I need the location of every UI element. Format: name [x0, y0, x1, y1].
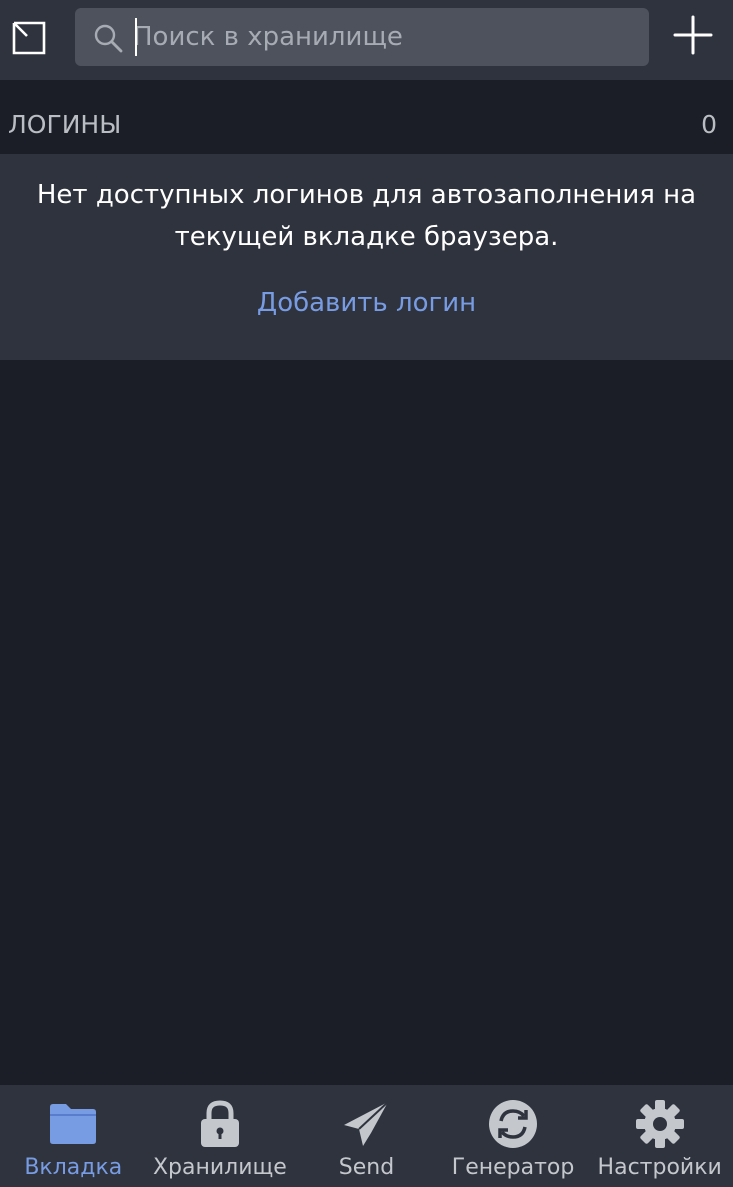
text-caret	[135, 18, 137, 56]
popout-icon	[12, 21, 46, 55]
search-box[interactable]	[75, 8, 649, 66]
gear-icon	[635, 1100, 684, 1148]
add-login-link[interactable]: Добавить логин	[0, 288, 733, 318]
refresh-icon	[489, 1100, 538, 1148]
send-icon	[344, 1101, 390, 1146]
tab-label: Хранилище	[152, 1155, 287, 1180]
tab-label: Настройки	[597, 1155, 722, 1180]
tab-settings[interactable]: Настройки	[586, 1085, 733, 1187]
tab-current-tab[interactable]: Вкладка	[0, 1085, 147, 1187]
logins-section-header: ЛОГИНЫ 0	[0, 94, 733, 154]
tab-label: Вкладка	[24, 1155, 123, 1180]
search-input[interactable]	[133, 8, 633, 66]
tab-generator[interactable]: Генератор	[440, 1085, 587, 1187]
popout-button[interactable]	[8, 17, 50, 59]
empty-message-line-1: Нет доступных логинов для автозаполнения…	[36, 180, 697, 210]
lock-icon	[200, 1100, 239, 1147]
section-title: ЛОГИНЫ	[8, 110, 122, 139]
tab-label: Генератор	[451, 1155, 575, 1180]
empty-state-card: Нет доступных логинов для автозаполнения…	[0, 154, 733, 360]
empty-message-line-2: текущей вкладке браузера.	[174, 222, 559, 252]
add-item-button[interactable]	[670, 12, 716, 58]
search-icon	[94, 24, 123, 53]
tab-label: Send	[338, 1155, 395, 1180]
folder-icon	[50, 1104, 97, 1144]
top-bar	[0, 0, 733, 80]
tab-send[interactable]: Send	[293, 1085, 440, 1187]
empty-state-message: Нет доступных логинов для автозаполнения…	[30, 174, 703, 258]
bottom-tab-bar: Вкладка Хранилище Send Генератор Настрой…	[0, 1085, 733, 1187]
tab-vault[interactable]: Хранилище	[147, 1085, 294, 1187]
plus-icon	[673, 15, 713, 55]
section-count: 0	[701, 110, 717, 139]
